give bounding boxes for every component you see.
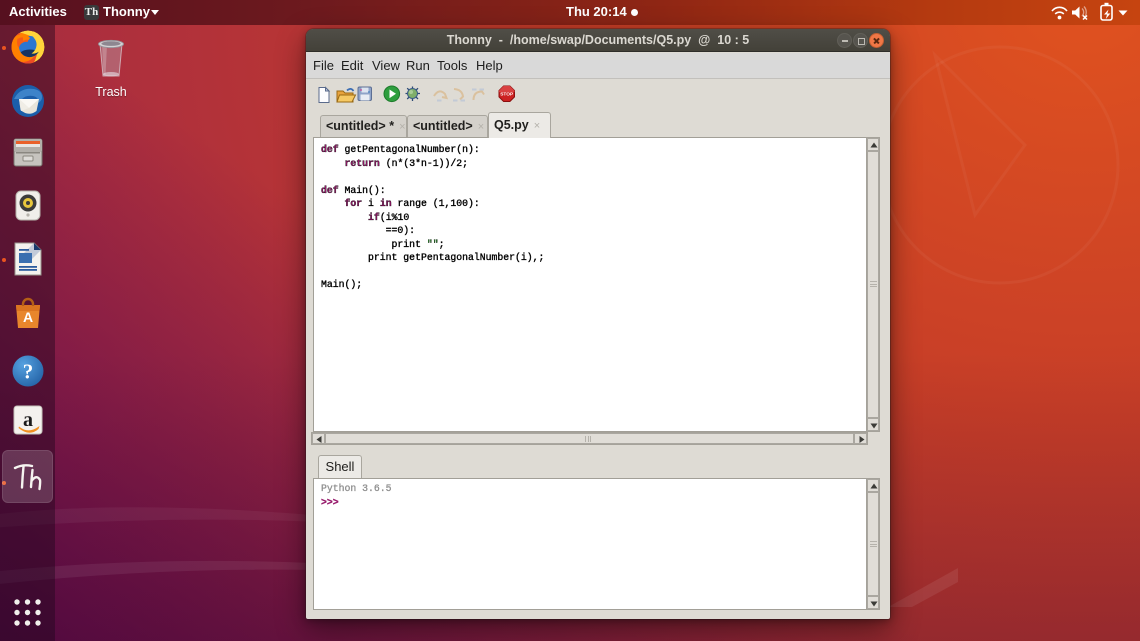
svg-text:a: a bbox=[23, 409, 33, 431]
svg-text:STOP: STOP bbox=[500, 92, 514, 98]
svg-text:A: A bbox=[23, 309, 33, 325]
svg-text:?: ? bbox=[23, 360, 34, 384]
